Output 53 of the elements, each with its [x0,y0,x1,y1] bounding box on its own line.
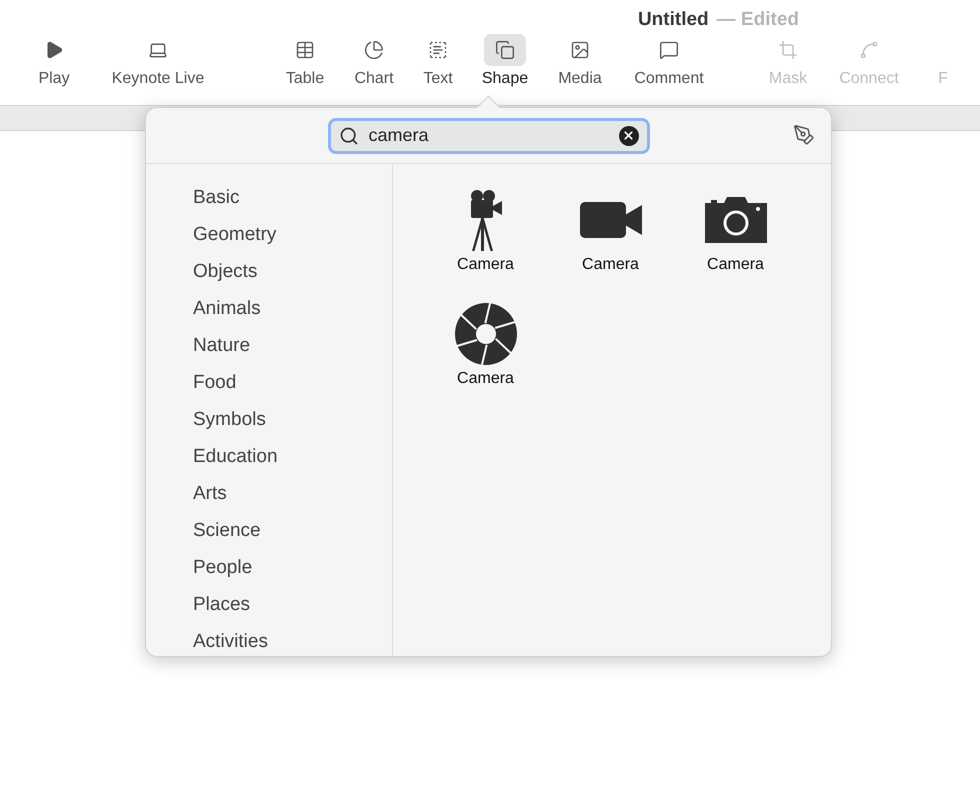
shape-result[interactable]: Camera [673,188,798,302]
edited-status: — Edited [716,9,799,31]
toolbar-label: Table [286,70,324,88]
search-field[interactable]: camera [328,118,650,154]
category-item[interactable]: Science [193,519,392,543]
toolbar-label: Keynote Live [112,70,204,88]
search-icon [338,126,358,146]
toolbar-label: Play [38,70,70,88]
category-item[interactable]: Nature [193,334,392,358]
category-item[interactable]: Places [193,593,392,617]
text-box-icon [428,40,448,60]
shape-label: Camera [582,256,639,274]
pie-chart-icon [364,40,384,60]
pen-icon [793,124,815,146]
shape-result[interactable]: Camera [423,302,548,416]
category-item[interactable]: Arts [193,482,392,506]
crop-icon [778,40,798,60]
toolbar-label: Mask [768,70,808,88]
search-input[interactable]: camera [368,125,608,146]
toolbar-label: Connect [839,70,899,88]
category-item[interactable]: Symbols [193,408,392,432]
shape-label: Camera [707,256,764,274]
connection-icon [859,40,879,60]
toolbar-label: Shape [482,70,528,88]
category-item[interactable]: Education [193,445,392,469]
shape-label: Camera [457,256,514,274]
toolbar-label: Comment [634,70,704,88]
toolbar-label: Chart [354,70,394,88]
toolbar-label: F [938,70,948,88]
category-item[interactable]: People [193,556,392,580]
shapes-icon [495,40,515,60]
video-camera-icon [580,202,642,238]
window-title: Untitled [638,9,709,31]
toolbar-button[interactable] [484,34,526,66]
category-item[interactable]: Basic [193,186,392,210]
toolbar-label: Media [558,70,602,88]
toolbar-label: Text [423,70,453,88]
image-icon [570,40,590,60]
category-item[interactable]: Food [193,371,392,395]
shape-result[interactable]: Camera [423,188,548,302]
clear-button[interactable] [618,126,638,146]
shape-result[interactable]: Camera [548,188,673,302]
camera-icon [704,197,766,243]
close-icon [622,129,635,142]
aperture-icon [454,303,516,365]
category-item[interactable]: Objects [193,260,392,284]
table-icon [295,40,315,60]
category-item[interactable]: Geometry [193,223,392,247]
shape-label: Camera [457,370,514,388]
category-item[interactable]: Animals [193,297,392,321]
draw-button[interactable] [793,124,815,146]
category-item[interactable]: Activities [193,630,392,654]
speech-bubble-icon [659,40,679,60]
